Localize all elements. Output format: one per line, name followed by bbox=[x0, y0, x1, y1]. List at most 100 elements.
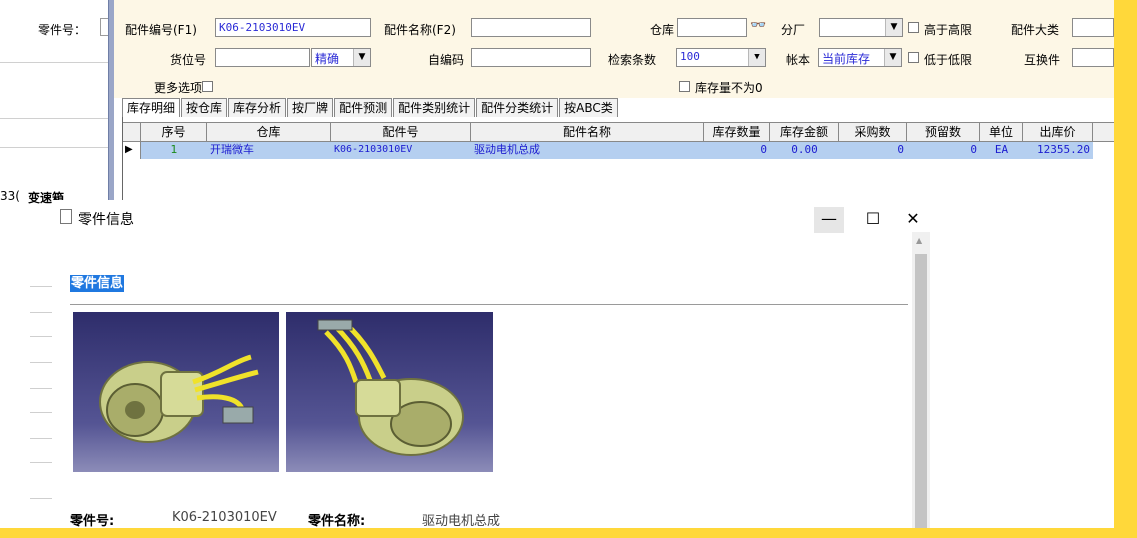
interchange-input[interactable] bbox=[1072, 48, 1114, 67]
ledger-label: 帐本 bbox=[786, 53, 811, 67]
motor-image-side bbox=[286, 312, 493, 472]
tab-class-stats[interactable]: 配件分类统计 bbox=[476, 98, 559, 117]
part-no-value: K06-2103010EV bbox=[172, 510, 277, 525]
interchange-label: 互换件 bbox=[1024, 53, 1061, 67]
list-divider bbox=[30, 412, 52, 413]
binoculars-icon[interactable]: 👓 bbox=[750, 18, 766, 33]
list-divider bbox=[30, 438, 52, 439]
tab-by-warehouse[interactable]: 按仓库 bbox=[181, 98, 228, 117]
warehouse-input[interactable] bbox=[677, 18, 747, 37]
list-divider bbox=[30, 336, 52, 337]
tab-by-brand[interactable]: 按厂牌 bbox=[287, 98, 334, 117]
column-header[interactable]: 配件名称 bbox=[471, 123, 704, 142]
above-high-label: 高于高限 bbox=[924, 23, 973, 37]
cell-unit: EA bbox=[994, 143, 1009, 156]
part-name-input[interactable] bbox=[471, 18, 591, 37]
list-divider bbox=[30, 462, 52, 463]
dropdown-arrow-icon: ▼ bbox=[885, 19, 902, 36]
category-input[interactable] bbox=[1072, 18, 1114, 37]
part-info-dialog: 零件信息 — ☐ ✕ ▲ 零件信息 零件号: K06-2103010EV 零件名… bbox=[52, 200, 932, 528]
below-low-checkbox[interactable] bbox=[908, 52, 919, 63]
left-divider bbox=[0, 62, 110, 63]
tab-forecast[interactable]: 配件预测 bbox=[334, 98, 393, 117]
cell-seq: 1 bbox=[170, 143, 178, 156]
filter-area: 配件编号(F1) K06-2103010EV 配件名称(F2) 仓库 👓 分厂 … bbox=[114, 0, 1114, 98]
tab-category-stats[interactable]: 配件类别统计 bbox=[393, 98, 476, 117]
more-options-label: 更多选项 bbox=[154, 81, 203, 95]
above-high-checkbox[interactable] bbox=[908, 22, 919, 33]
dropdown-arrow-icon: ▼ bbox=[353, 49, 370, 66]
list-divider bbox=[30, 312, 52, 313]
minimize-button[interactable]: — bbox=[814, 207, 844, 233]
column-header[interactable]: 配件号 bbox=[331, 123, 471, 142]
more-options-checkbox[interactable] bbox=[202, 81, 213, 92]
branch-label: 分厂 bbox=[781, 23, 806, 37]
column-header[interactable]: 单位 bbox=[980, 123, 1023, 142]
part-no-label: 零件号: bbox=[70, 514, 115, 528]
cell-price: 12355.20 bbox=[1037, 143, 1090, 156]
column-header[interactable]: 预留数 bbox=[907, 123, 980, 142]
grid-header: 序号 仓库 配件号 配件名称 库存数量 库存金额 采购数 预留数 单位 出库价 bbox=[123, 122, 1114, 142]
part-no-input[interactable]: K06-2103010EV bbox=[215, 18, 371, 37]
warehouse-label: 仓库 bbox=[650, 23, 675, 37]
list-divider bbox=[30, 362, 52, 363]
left-part-no-label: 零件号： bbox=[38, 23, 87, 37]
list-divider bbox=[30, 498, 52, 499]
part-no-label: 配件编号(F1) bbox=[125, 23, 197, 37]
match-select[interactable]: 精确 ▼ bbox=[311, 48, 371, 67]
scrollbar-thumb[interactable] bbox=[915, 254, 927, 528]
left-panel: 零件号： 33( 变速箱 bbox=[0, 0, 114, 210]
part-name-label: 配件名称(F2) bbox=[384, 23, 456, 37]
app-window: 零件号： 33( 变速箱 配件编号(F1) K06-2103010EV 配件名称… bbox=[0, 0, 1114, 528]
close-button[interactable]: ✕ bbox=[898, 207, 928, 233]
selfcode-label: 自编码 bbox=[428, 53, 465, 67]
column-header[interactable]: 仓库 bbox=[207, 123, 331, 142]
column-header[interactable]: 库存数量 bbox=[704, 123, 770, 142]
section-divider bbox=[70, 304, 908, 305]
vertical-scrollbar[interactable]: ▲ bbox=[912, 232, 930, 528]
maximize-button[interactable]: ☐ bbox=[858, 207, 888, 233]
ledger-select[interactable]: 当前库存 ▼ bbox=[818, 48, 902, 67]
left-background-list bbox=[0, 212, 52, 528]
left-bottom-tab-a[interactable]: 33( bbox=[0, 189, 20, 203]
tab-bar: 库存明细 按仓库 库存分析 按厂牌 配件预测 配件类别统计 配件分类统计 按AB… bbox=[122, 98, 619, 117]
column-header[interactable]: 采购数 bbox=[839, 123, 907, 142]
count-select[interactable]: 100 ▼ bbox=[676, 48, 766, 67]
part-name-value: 驱动电机总成 bbox=[422, 514, 501, 528]
list-divider bbox=[30, 388, 52, 389]
cell-amount: 0.00 bbox=[791, 143, 818, 156]
tab-stock-analysis[interactable]: 库存分析 bbox=[228, 98, 287, 117]
selfcode-input[interactable] bbox=[471, 48, 591, 67]
count-label: 检索条数 bbox=[608, 53, 657, 67]
stock-query-panel: 配件编号(F1) K06-2103010EV 配件名称(F2) 仓库 👓 分厂 … bbox=[114, 0, 1114, 210]
cell-reserved: 0 bbox=[970, 143, 977, 156]
part-name-label: 零件名称: bbox=[308, 514, 366, 528]
below-low-label: 低于低限 bbox=[924, 53, 973, 67]
cell-part-no: K06-2103010EV bbox=[334, 144, 413, 155]
dropdown-arrow-icon: ▼ bbox=[884, 49, 901, 66]
cell-qty: 0 bbox=[760, 143, 767, 156]
scroll-up-icon[interactable]: ▲ bbox=[916, 236, 922, 245]
stock-grid: 序号 仓库 配件号 配件名称 库存数量 库存金额 采购数 预留数 单位 出库价 … bbox=[122, 117, 1114, 210]
motor-image-front bbox=[73, 312, 279, 472]
list-divider bbox=[30, 286, 52, 287]
location-input[interactable] bbox=[215, 48, 310, 67]
nonzero-checkbox[interactable] bbox=[679, 81, 690, 92]
dialog-title: 零件信息 bbox=[78, 212, 134, 228]
column-header[interactable]: 出库价 bbox=[1023, 123, 1093, 142]
left-divider bbox=[0, 118, 110, 119]
row-pointer-icon: ▶ bbox=[123, 142, 141, 159]
dropdown-arrow-icon: ▼ bbox=[748, 49, 765, 66]
branch-select[interactable]: ▼ bbox=[819, 18, 903, 37]
nonzero-label: 库存量不为0 bbox=[695, 81, 763, 95]
section-heading: 零件信息 bbox=[70, 275, 125, 292]
cell-purchase: 0 bbox=[897, 143, 904, 156]
column-header[interactable]: 库存金额 bbox=[770, 123, 839, 142]
tab-abc[interactable]: 按ABC类 bbox=[559, 98, 618, 117]
column-header[interactable]: 序号 bbox=[141, 123, 207, 142]
category-label: 配件大类 bbox=[1011, 23, 1060, 37]
cell-part-name: 驱动电机总成 bbox=[474, 143, 540, 156]
tab-stock-detail[interactable]: 库存明细 bbox=[122, 98, 181, 117]
table-row[interactable]: ▶ 1 开瑞微车 K06-2103010EV 驱动电机总成 0 0.00 0 0… bbox=[123, 142, 1114, 159]
cell-warehouse: 开瑞微车 bbox=[210, 143, 254, 156]
